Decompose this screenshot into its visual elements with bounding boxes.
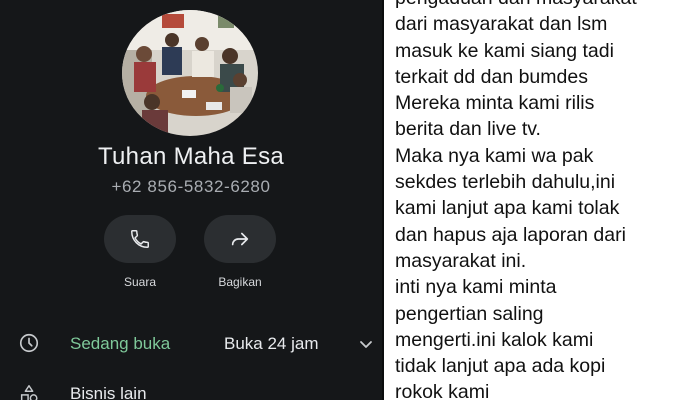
chat-message-body: pengaduan dari masyarakat dari masyaraka…	[395, 0, 695, 400]
message-line: inti nya kami minta	[395, 276, 557, 299]
contact-phone-number[interactable]: +62 856-5832-6280	[0, 177, 382, 197]
share-forward-icon	[231, 232, 249, 246]
message-line: tidak lanjut apa ada kopi	[395, 355, 606, 378]
message-line: dari masyarakat dan lsm	[395, 13, 608, 36]
message-line: Maka nya kami wa pak	[395, 144, 594, 167]
group-photo-avatar	[122, 10, 258, 136]
contact-name: Tuhan Maha Esa	[97, 143, 285, 170]
phone-icon	[131, 230, 149, 248]
voice-call-button[interactable]	[104, 215, 176, 263]
message-line: pengaduan dari masyarakat	[395, 0, 695, 11]
message-line: kami lanjut apa kami tolak	[395, 197, 620, 220]
contact-avatar[interactable]	[122, 10, 258, 136]
message-line: mengerti.ini kalok kami	[395, 328, 594, 351]
message-line: sekdes terlebih dahulu,ini	[395, 171, 616, 194]
chevron-down-icon[interactable]	[358, 336, 374, 352]
share-label: Bagikan	[218, 275, 262, 289]
business-icon	[20, 385, 38, 400]
message-line: terkait dd dan bumdes	[395, 65, 588, 88]
chat-message-panel: pengaduan dari masyarakat dari masyaraka…	[384, 0, 700, 400]
voice-call-label: Suara	[123, 275, 157, 289]
message-line: berita dan live tv.	[395, 118, 541, 141]
other-business-row[interactable]: Bisnis lain	[0, 375, 382, 400]
message-line: masuk ke kami siang tadi	[395, 39, 614, 62]
business-hours-row[interactable]: Sedang buka Buka 24 jam	[0, 323, 382, 363]
contact-info-panel: Tuhan Maha Esa +62 856-5832-6280 Suara B…	[0, 0, 382, 400]
message-line: Mereka minta kami rilis	[395, 92, 595, 115]
message-line: dan hapus aja laporan dari	[395, 223, 626, 246]
other-business-label: Bisnis lain	[70, 384, 147, 400]
message-line: masyarakat ini.	[395, 249, 527, 272]
message-line: pengertian saling	[395, 302, 544, 325]
open-status: Sedang buka	[70, 334, 171, 353]
clock-icon	[19, 333, 39, 353]
hours-text: Buka 24 jam	[224, 334, 319, 353]
message-line: rokok kami	[395, 381, 490, 400]
share-button[interactable]	[204, 215, 276, 263]
